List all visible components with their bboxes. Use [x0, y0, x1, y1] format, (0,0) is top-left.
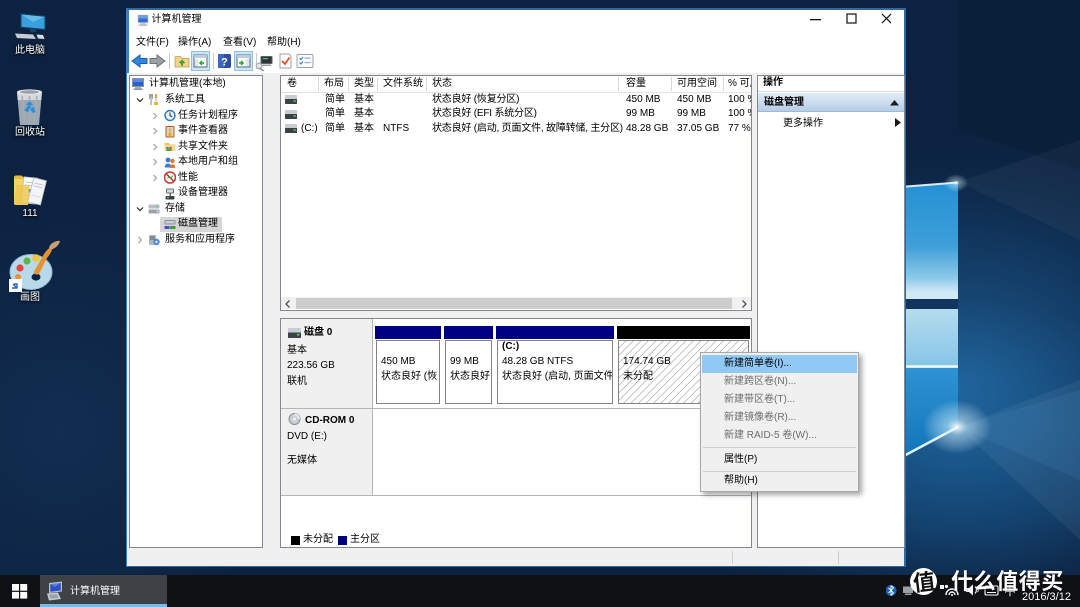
svg-text:?: ?	[221, 57, 228, 69]
